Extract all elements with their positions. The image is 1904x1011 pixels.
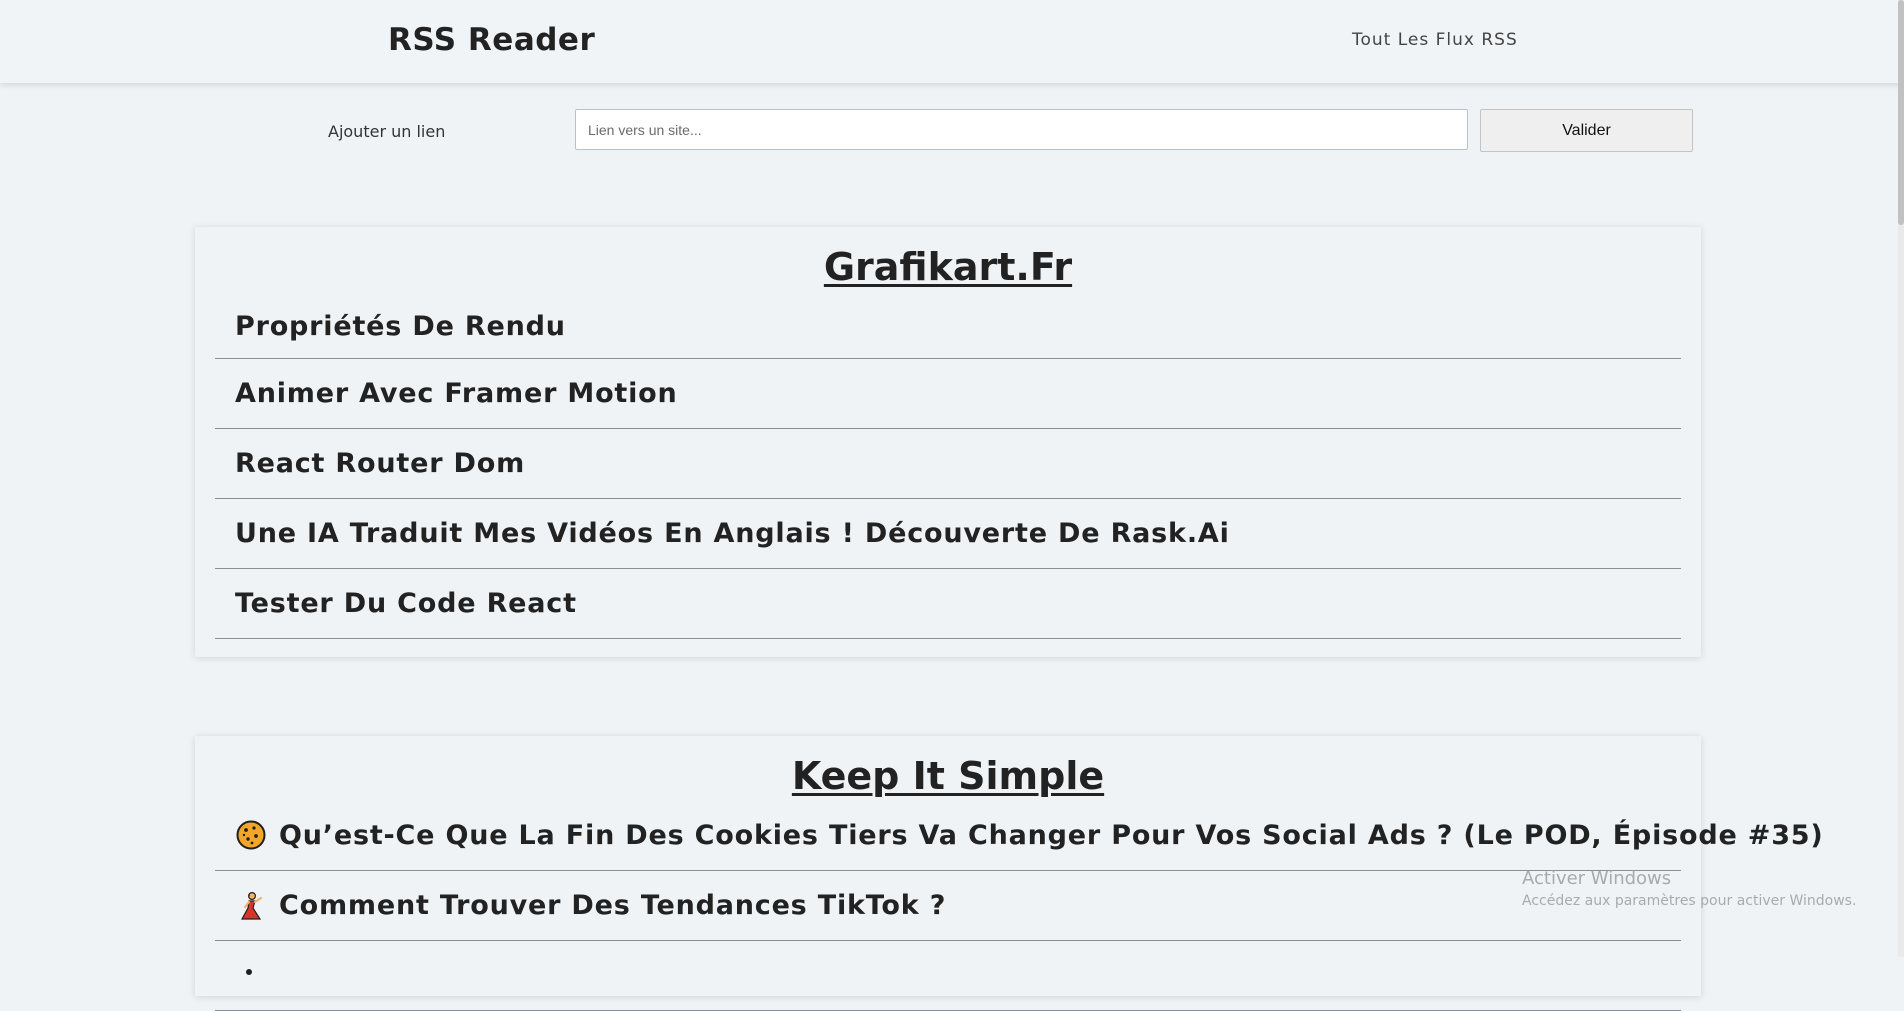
feed-item-title[interactable]: React Router Dom — [235, 448, 525, 479]
add-link-form: Ajouter un lien Valider — [0, 108, 1904, 153]
feed-item[interactable]: Qu’est-Ce Que La Fin Des Cookies Tiers V… — [215, 800, 1823, 871]
feed-item[interactable] — [215, 941, 1681, 1011]
brand-title[interactable]: RSS Reader — [388, 22, 595, 58]
feed-item-title[interactable]: Qu’est-Ce Que La Fin Des Cookies Tiers V… — [279, 820, 1824, 851]
feed-title[interactable]: Keep It Simple — [195, 752, 1701, 800]
feed-item[interactable]: React Router Dom — [215, 429, 1681, 499]
feed-item[interactable]: Tester Du Code React — [215, 569, 1681, 639]
feed-card: Grafikart.Fr Propriétés De Rendu Animer … — [195, 227, 1701, 657]
feed-item[interactable]: Comment Trouver Des Tendances TikTok ? — [215, 871, 1681, 941]
nav-link-all-feeds[interactable]: Tout Les Flux RSS — [1352, 30, 1518, 50]
scrollbar-thumb[interactable] — [1898, 0, 1904, 225]
submit-button[interactable]: Valider — [1480, 109, 1693, 152]
feed-item[interactable]: Animer Avec Framer Motion — [215, 359, 1681, 429]
feed-card: Keep It Simple Qu’est-Ce Que La Fin Des … — [195, 736, 1823, 1011]
feed-item-list: Qu’est-Ce Que La Fin Des Cookies Tiers V… — [215, 800, 1823, 1011]
feed-item-title[interactable]: Une IA Traduit Mes Vidéos En Anglais ! D… — [235, 518, 1230, 549]
feed-item[interactable]: Une IA Traduit Mes Vidéos En Anglais ! D… — [215, 499, 1681, 569]
feed-item-title[interactable]: Animer Avec Framer Motion — [235, 378, 678, 409]
add-link-label: Ajouter un lien — [328, 122, 446, 141]
scrollbar[interactable] — [1898, 0, 1904, 957]
windows-activation-watermark: Activer Windows Accédez aux paramètres p… — [1522, 868, 1856, 909]
feed-item-title[interactable]: Propriétés De Rendu — [235, 311, 566, 342]
dancer-icon — [240, 891, 263, 920]
feed-item-title[interactable]: Tester Du Code React — [235, 588, 577, 619]
cookie-icon — [236, 820, 266, 850]
navbar: RSS Reader Tout Les Flux RSS — [0, 0, 1904, 83]
feed-title[interactable]: Grafikart.Fr — [195, 243, 1701, 291]
partial-icon — [246, 968, 252, 975]
link-input[interactable] — [575, 109, 1468, 150]
watermark-subtitle: Accédez aux paramètres pour activer Wind… — [1522, 893, 1857, 909]
feed-item[interactable]: Propriétés De Rendu — [215, 295, 1681, 359]
feed-item-title[interactable]: Comment Trouver Des Tendances TikTok ? — [279, 890, 946, 921]
watermark-title: Activer Windows — [1522, 868, 1672, 889]
feed-item-list: Propriétés De Rendu Animer Avec Framer M… — [215, 295, 1681, 639]
